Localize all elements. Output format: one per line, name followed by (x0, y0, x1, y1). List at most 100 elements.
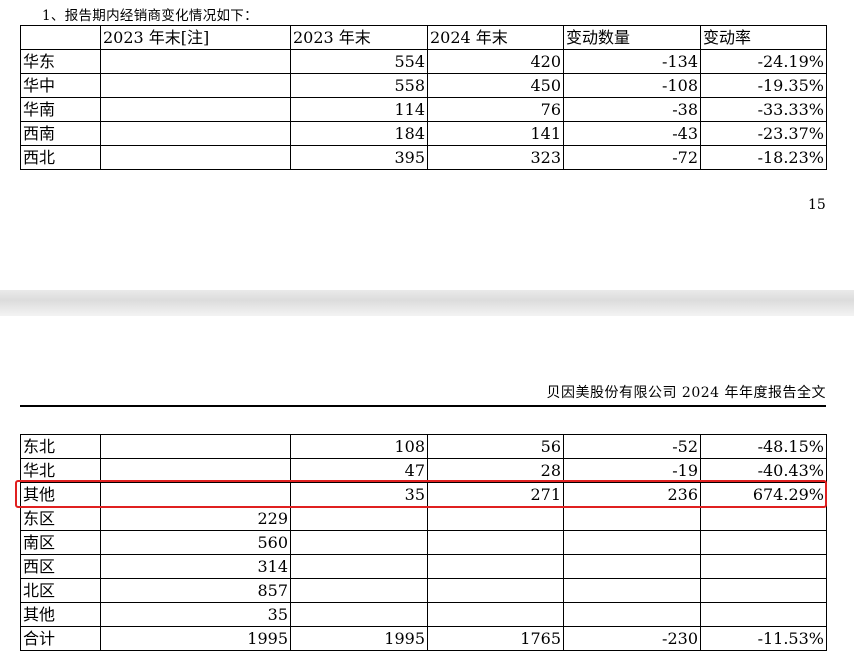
page-break-divider (0, 290, 854, 316)
value-cell: 314 (100, 554, 291, 579)
value-cell: -33.33% (700, 97, 827, 122)
value-cell (427, 578, 564, 603)
region-cell: 华中 (20, 73, 101, 98)
value-cell (563, 602, 701, 627)
value-cell: -230 (563, 626, 701, 651)
value-cell: 674.29% (700, 482, 827, 507)
header-cell-change-count: 变动数量 (563, 25, 701, 50)
value-cell (563, 530, 701, 555)
value-cell: 114 (290, 97, 428, 122)
header-cell-2023-note: 2023 年末[注] (100, 25, 291, 50)
table-row-highlighted: 其他 35 271 236 674.29% (20, 482, 827, 507)
value-cell: 108 (290, 434, 428, 459)
header-cell-change-rate: 变动率 (700, 25, 827, 50)
header-rule (20, 405, 826, 407)
value-cell: 56 (427, 434, 564, 459)
value-cell: 236 (563, 482, 701, 507)
value-cell (700, 578, 827, 603)
value-cell: 323 (427, 145, 564, 170)
value-cell (700, 602, 827, 627)
value-cell (290, 530, 428, 555)
value-cell: 395 (290, 145, 428, 170)
dealer-change-table-continued: 东北 108 56 -52 -48.15% 华北 47 28 -19 -40.4… (20, 434, 827, 651)
header-cell-region (20, 25, 101, 50)
region-cell: 华北 (20, 458, 101, 483)
value-cell (563, 578, 701, 603)
value-cell (700, 506, 827, 531)
dealer-change-table: 2023 年末[注] 2023 年末 2024 年末 变动数量 变动率 华东 5… (20, 25, 827, 170)
table-row: 华东 554 420 -134 -24.19% (20, 49, 827, 74)
value-cell (427, 506, 564, 531)
value-cell: -23.37% (700, 121, 827, 146)
table-row: 西北 395 323 -72 -18.23% (20, 145, 827, 170)
intro-text: 1、报告期内经销商变化情况如下： (42, 8, 258, 24)
value-cell (100, 458, 291, 483)
value-cell: -24.19% (700, 49, 827, 74)
value-cell: 35 (100, 602, 291, 627)
table-row: 华南 114 76 -38 -33.33% (20, 97, 827, 122)
value-cell: -134 (563, 49, 701, 74)
value-cell: 450 (427, 73, 564, 98)
value-cell (290, 602, 428, 627)
value-cell: 141 (427, 121, 564, 146)
value-cell (290, 506, 428, 531)
value-cell (100, 434, 291, 459)
value-cell (563, 506, 701, 531)
running-header: 贝因美股份有限公司 2024 年年度报告全文 (546, 385, 826, 401)
table-row: 北区 857 (20, 578, 827, 603)
table-row: 华北 47 28 -19 -40.43% (20, 458, 827, 483)
page-number: 15 (808, 197, 826, 213)
value-cell: -38 (563, 97, 701, 122)
value-cell: 28 (427, 458, 564, 483)
region-cell: 东区 (20, 506, 101, 531)
table-header-row: 2023 年末[注] 2023 年末 2024 年末 变动数量 变动率 (20, 25, 827, 50)
value-cell: -52 (563, 434, 701, 459)
region-cell: 华南 (20, 97, 101, 122)
value-cell: 271 (427, 482, 564, 507)
value-cell: -72 (563, 145, 701, 170)
report-page-upper: 1、报告期内经销商变化情况如下： 2023 年末[注] 2023 年末 2024… (0, 0, 854, 290)
value-cell: 184 (290, 121, 428, 146)
table-row: 南区 560 (20, 530, 827, 555)
value-cell: -48.15% (700, 434, 827, 459)
region-cell: 南区 (20, 530, 101, 555)
region-cell: 华东 (20, 49, 101, 74)
value-cell: -43 (563, 121, 701, 146)
table-row: 东北 108 56 -52 -48.15% (20, 434, 827, 459)
value-cell (100, 97, 291, 122)
region-cell: 其他 (20, 482, 101, 507)
value-cell: 76 (427, 97, 564, 122)
value-cell: -19 (563, 458, 701, 483)
region-cell: 北区 (20, 578, 101, 603)
value-cell (427, 602, 564, 627)
region-cell: 西北 (20, 145, 101, 170)
value-cell: 558 (290, 73, 428, 98)
value-cell (100, 482, 291, 507)
value-cell: 554 (290, 49, 428, 74)
region-cell: 其他 (20, 602, 101, 627)
table-row: 其他 35 (20, 602, 827, 627)
value-cell (100, 73, 291, 98)
value-cell: 1995 (100, 626, 291, 651)
value-cell: 47 (290, 458, 428, 483)
value-cell: 1765 (427, 626, 564, 651)
value-cell: 35 (290, 482, 428, 507)
value-cell: -19.35% (700, 73, 827, 98)
value-cell (100, 121, 291, 146)
table-row: 西区 314 (20, 554, 827, 579)
value-cell (100, 145, 291, 170)
region-cell: 西区 (20, 554, 101, 579)
table-row-total: 合计 1995 1995 1765 -230 -11.53% (20, 626, 827, 651)
region-cell: 东北 (20, 434, 101, 459)
value-cell: -11.53% (700, 626, 827, 651)
value-cell (290, 578, 428, 603)
table-row: 东区 229 (20, 506, 827, 531)
value-cell: -40.43% (700, 458, 827, 483)
value-cell (100, 49, 291, 74)
region-cell: 合计 (20, 626, 101, 651)
value-cell (427, 554, 564, 579)
table-row: 西南 184 141 -43 -23.37% (20, 121, 827, 146)
table-row: 华中 558 450 -108 -19.35% (20, 73, 827, 98)
value-cell (700, 530, 827, 555)
value-cell (700, 554, 827, 579)
